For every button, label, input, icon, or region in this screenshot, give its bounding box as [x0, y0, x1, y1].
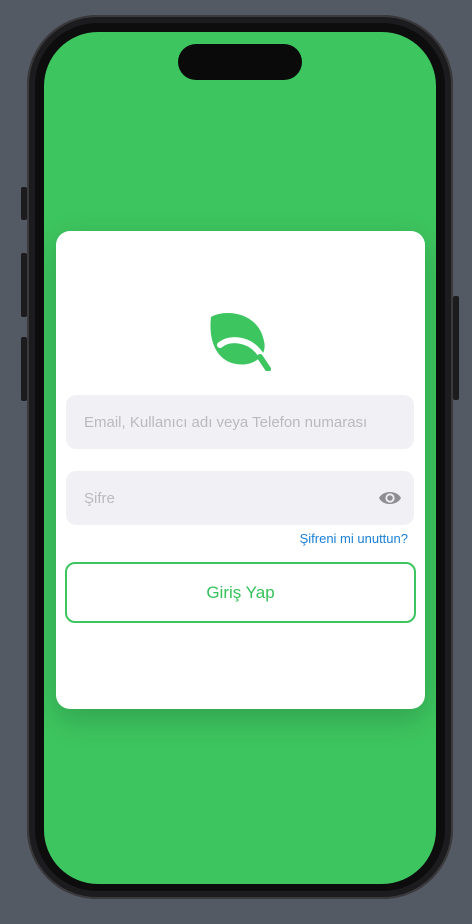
identifier-input[interactable]: Email, Kullanıcı adı veya Telefon numara…: [66, 395, 414, 449]
power-button: [453, 296, 459, 400]
eye-icon[interactable]: [378, 487, 402, 509]
password-input[interactable]: Şifre: [66, 471, 414, 525]
app-screen: Email, Kullanıcı adı veya Telefon numara…: [44, 32, 436, 884]
leaf-icon: [210, 312, 271, 371]
password-placeholder: Şifre: [84, 489, 115, 507]
forgot-password-link[interactable]: Şifreni mi unuttun?: [300, 531, 408, 546]
identifier-placeholder: Email, Kullanıcı adı veya Telefon numara…: [84, 413, 368, 431]
dynamic-island: [178, 44, 302, 80]
login-button[interactable]: Giriş Yap: [65, 562, 416, 623]
login-card: Email, Kullanıcı adı veya Telefon numara…: [56, 231, 425, 709]
